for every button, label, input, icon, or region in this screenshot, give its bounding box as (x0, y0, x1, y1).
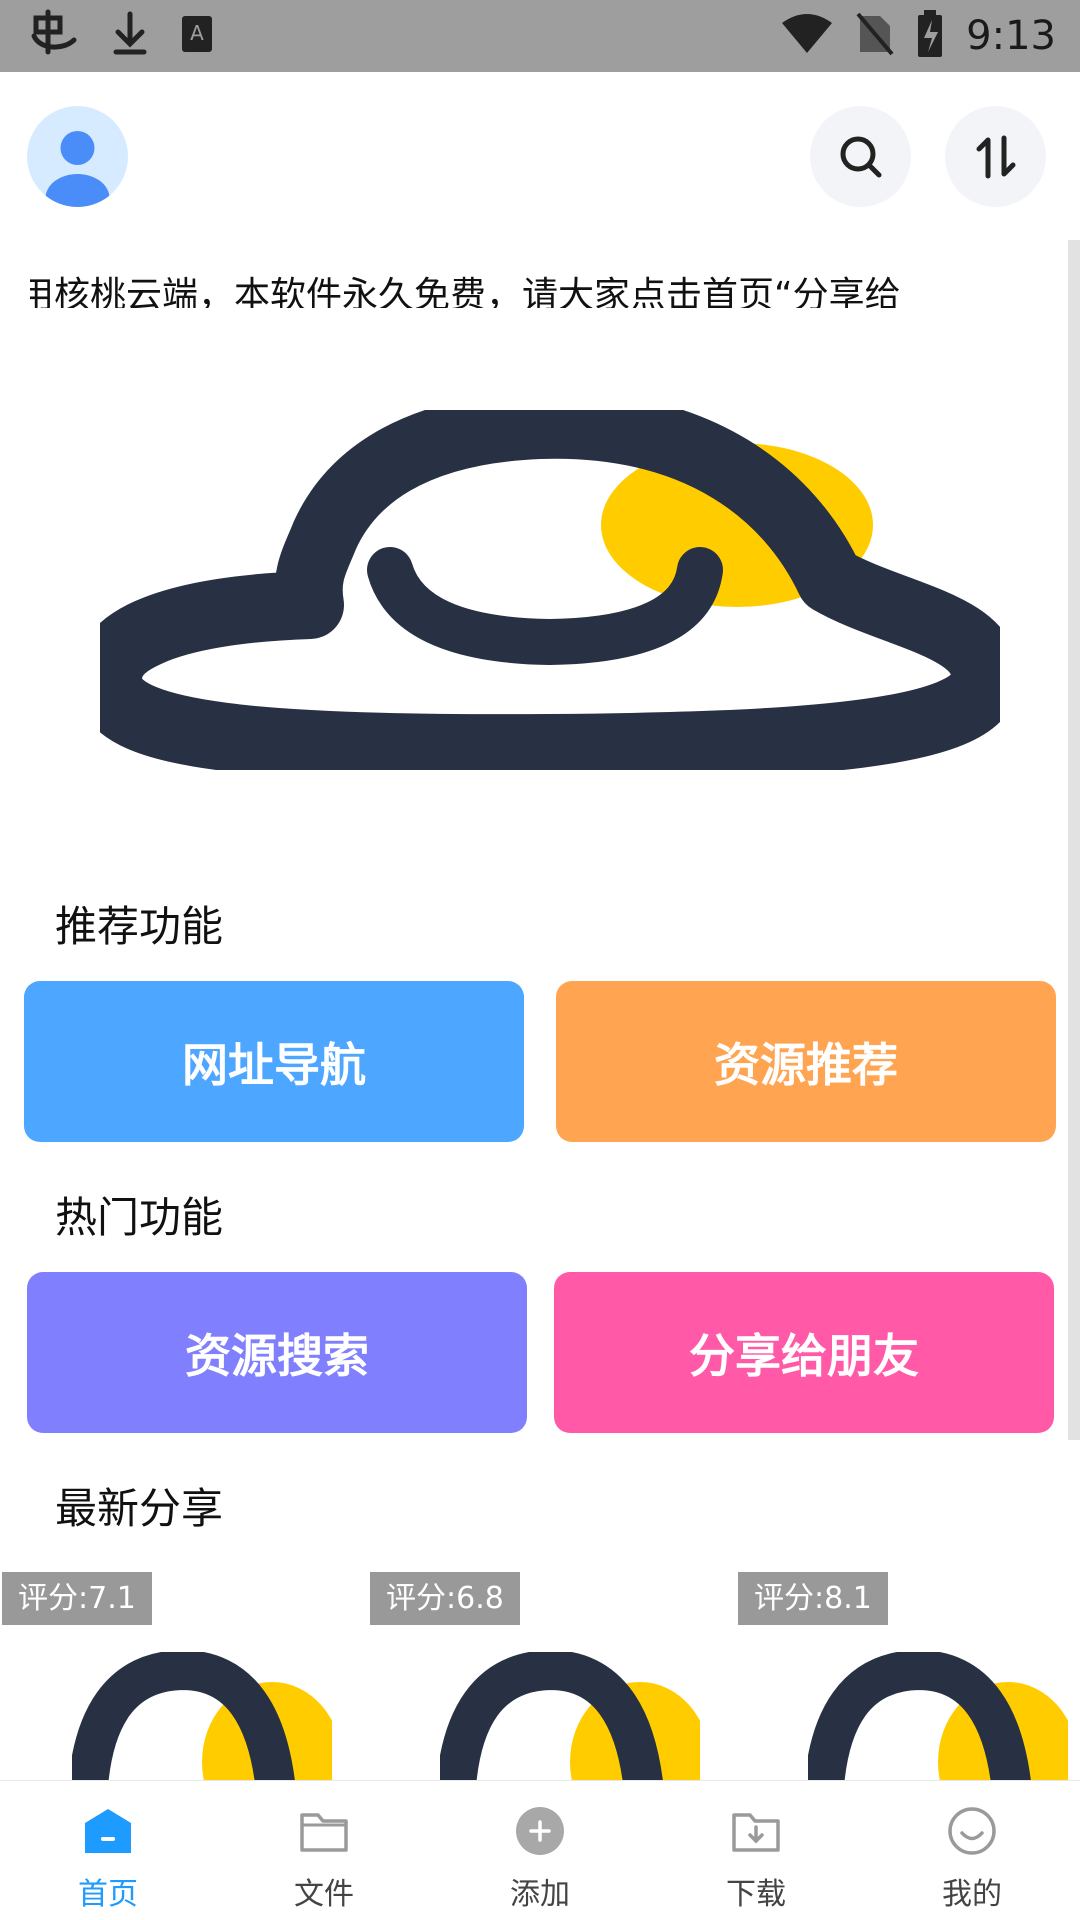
app-notification-icon (28, 8, 80, 64)
status-bar-right: 9:13 (780, 10, 1056, 62)
nav-item-mine[interactable]: 我的 (864, 1781, 1080, 1920)
section-title-popular: 热门功能 (55, 1193, 224, 1242)
download-icon (110, 10, 150, 62)
no-sim-icon (856, 12, 894, 60)
sort-button[interactable] (945, 106, 1046, 207)
latest-share-card[interactable]: 评分:7.1 (2, 1572, 332, 1782)
user-avatar[interactable] (27, 106, 128, 207)
nav-item-files[interactable]: 文件 (216, 1781, 432, 1920)
score-badge: 评分:6.8 (370, 1572, 520, 1625)
nav-item-home[interactable]: 首页 (0, 1781, 216, 1920)
banner[interactable] (74, 390, 1020, 783)
status-bar: A 9:13 (0, 0, 1080, 72)
smile-icon (944, 1803, 1000, 1859)
scrollbar[interactable] (1068, 240, 1080, 1440)
status-time: 9:13 (966, 13, 1056, 59)
user-avatar-icon (45, 131, 110, 207)
score-badge: 评分:7.1 (2, 1572, 152, 1625)
cloud-logo-icon (74, 390, 1020, 783)
resource-recommend-button[interactable]: 资源推荐 (556, 981, 1056, 1142)
cloud-logo-icon (72, 1652, 332, 1782)
section-title-recommended: 推荐功能 (55, 902, 224, 951)
nav-label-mine: 我的 (942, 1877, 1002, 1912)
nav-label-home: 首页 (78, 1877, 138, 1912)
nav-item-add[interactable]: 添加 (432, 1781, 648, 1920)
resource-search-button[interactable]: 资源搜索 (27, 1272, 527, 1433)
latest-share-card[interactable]: 评分:6.8 (370, 1572, 700, 1782)
score-badge: 评分:8.1 (738, 1572, 888, 1625)
cloud-logo-icon (808, 1652, 1068, 1782)
svg-text:A: A (190, 21, 204, 45)
nav-item-downloads[interactable]: 下载 (648, 1781, 864, 1920)
wifi-icon (780, 13, 834, 59)
latest-share-card[interactable]: 评分:8.1 (738, 1572, 1068, 1782)
search-button[interactable] (810, 106, 911, 207)
battery-charging-icon (916, 10, 944, 62)
home-icon (80, 1803, 136, 1859)
nav-label-add: 添加 (510, 1877, 570, 1912)
url-navigation-button[interactable]: 网址导航 (24, 981, 524, 1142)
nav-label-files: 文件 (294, 1877, 354, 1912)
notice-text: 用核桃云端，本软件永久免费，请大家点击首页“分享给 (30, 275, 901, 308)
section-title-latest: 最新分享 (55, 1484, 224, 1533)
share-with-friends-button[interactable]: 分享给朋友 (554, 1272, 1054, 1433)
search-icon (840, 136, 881, 177)
sort-transfer-icon (976, 135, 1015, 178)
status-bar-left: A (28, 8, 214, 64)
notice-marquee[interactable]: 用核桃云端，本软件永久免费，请大家点击首页“分享给 (30, 272, 1045, 308)
folder-icon (296, 1803, 352, 1859)
add-icon (512, 1803, 568, 1859)
keyboard-icon: A (180, 14, 214, 58)
download-folder-icon (728, 1803, 784, 1859)
cloud-logo-icon (440, 1652, 700, 1782)
nav-label-downloads: 下载 (726, 1877, 786, 1912)
bottom-navigation: 首页 文件 添加 下载 我的 (0, 1780, 1080, 1920)
